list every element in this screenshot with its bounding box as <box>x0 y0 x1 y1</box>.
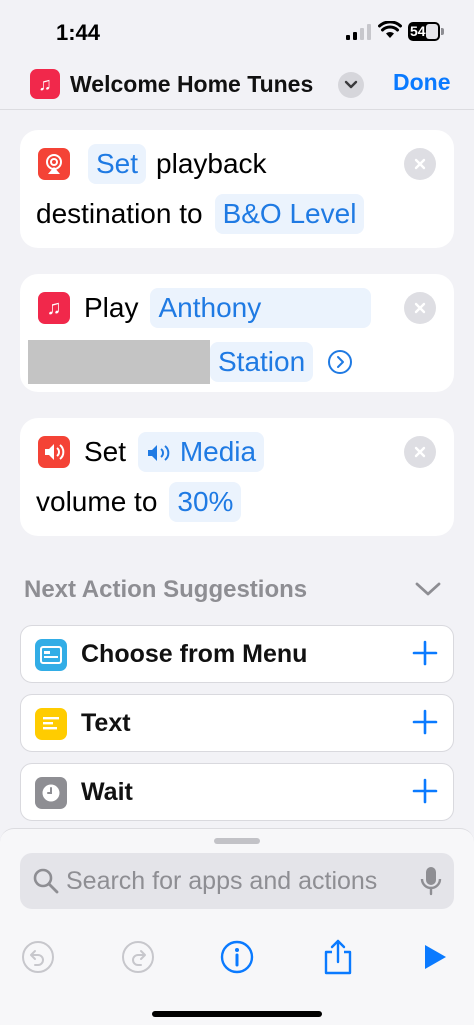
status-time: 1:44 <box>56 20 101 45</box>
action-text: playback <box>156 148 267 179</box>
share-button[interactable] <box>318 937 358 977</box>
home-indicator <box>152 1011 322 1017</box>
redo-icon <box>122 941 154 973</box>
volume-value-chip[interactable]: 30% <box>169 482 242 522</box>
share-icon <box>324 939 352 975</box>
cellular-signal-icon <box>346 24 372 40</box>
remove-action-button[interactable] <box>404 148 436 180</box>
redo-button[interactable] <box>118 937 158 977</box>
add-action-button[interactable] <box>409 776 441 808</box>
station-chip[interactable]: Station <box>210 342 314 382</box>
remove-action-button[interactable] <box>404 292 436 324</box>
plus-icon <box>412 778 438 803</box>
close-icon <box>414 302 426 314</box>
search-input[interactable] <box>66 861 396 901</box>
battery-percentage: 54 <box>410 23 426 39</box>
action-play-music[interactable]: ♫ Play Anthony Station <box>20 274 454 392</box>
add-action-button[interactable] <box>409 707 441 739</box>
close-icon <box>414 158 426 170</box>
set-verb-chip[interactable]: Set <box>88 144 147 184</box>
music-note-icon: ♫ <box>38 292 70 324</box>
shortcut-title[interactable]: Welcome Home Tunes <box>70 71 313 98</box>
suggestion-wait[interactable]: Wait <box>20 763 454 821</box>
info-button[interactable] <box>217 937 257 977</box>
remove-action-button[interactable] <box>404 436 436 468</box>
close-icon <box>414 446 426 458</box>
wifi-icon <box>378 21 402 38</box>
music-app-icon: ♫ <box>30 69 60 99</box>
music-param-chip[interactable]: Anthony <box>150 288 372 328</box>
media-chip-label: Media <box>179 436 257 467</box>
destination-chip[interactable]: B&O Level <box>214 194 365 234</box>
redacted-text <box>28 340 210 384</box>
search-icon <box>33 868 59 894</box>
action-text: volume to <box>36 486 158 517</box>
media-chip[interactable]: Media <box>138 432 265 472</box>
action-set-volume[interactable]: Set Media volume to 30% <box>20 418 454 536</box>
nav-bar: ♫ Welcome Home Tunes Done <box>0 60 474 110</box>
info-icon <box>220 940 254 974</box>
speaker-icon <box>148 445 170 461</box>
set-verb: Set <box>84 436 127 467</box>
suggestion-label: Wait <box>81 778 133 806</box>
undo-button[interactable] <box>18 937 58 977</box>
undo-icon <box>22 941 54 973</box>
editor-toolbar <box>0 929 474 989</box>
sheet-grabber-handle[interactable] <box>214 838 260 844</box>
plus-icon <box>412 640 438 665</box>
airplay-icon <box>38 148 70 180</box>
clock-icon <box>35 777 67 809</box>
suggestions-header: Next Action Suggestions <box>24 576 308 603</box>
add-action-button[interactable] <box>409 638 441 670</box>
run-button[interactable] <box>414 937 454 977</box>
search-bar[interactable] <box>20 853 454 909</box>
text-icon <box>35 708 67 740</box>
chevron-right-circle-icon[interactable] <box>327 349 353 375</box>
action-set-playback-destination[interactable]: Set playback destination to B&O Level <box>20 130 454 248</box>
title-chevron-down-icon[interactable] <box>338 72 364 98</box>
menu-icon <box>35 639 67 671</box>
microphone-icon[interactable] <box>420 865 442 897</box>
speaker-icon <box>38 436 70 468</box>
suggestion-choose-from-menu[interactable]: Choose from Menu <box>20 625 454 683</box>
status-bar: 1:44 54 <box>0 0 474 60</box>
suggestion-text[interactable]: Text <box>20 694 454 752</box>
action-search-sheet <box>0 828 474 1025</box>
done-button[interactable]: Done <box>393 69 451 96</box>
play-verb: Play <box>84 292 139 323</box>
collapse-chevron-down-icon[interactable] <box>414 580 442 598</box>
play-icon <box>425 945 446 969</box>
battery-icon: 54 <box>408 22 440 41</box>
action-text: destination to <box>36 198 203 229</box>
plus-icon <box>412 709 438 734</box>
suggestion-label: Choose from Menu <box>81 640 308 668</box>
suggestion-label: Text <box>81 709 131 737</box>
